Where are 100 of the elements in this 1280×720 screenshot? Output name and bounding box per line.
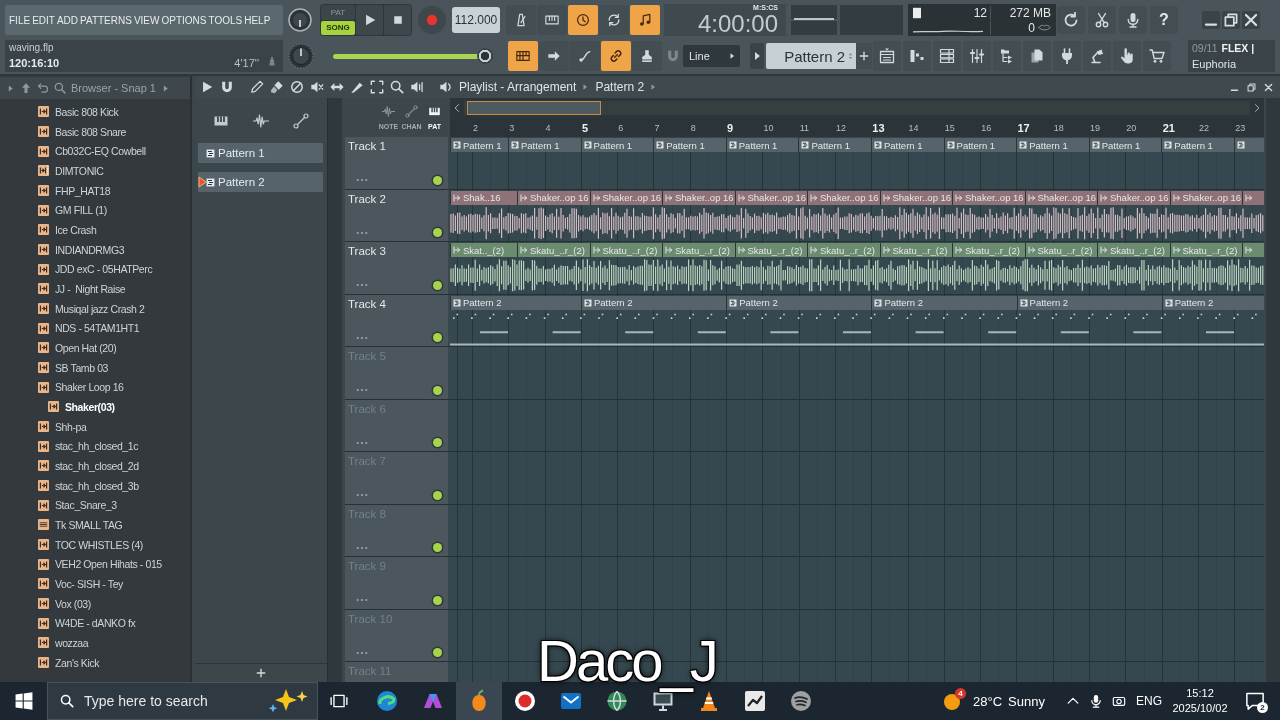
toolbar-button[interactable] [1088, 6, 1116, 34]
slider-handle[interactable] [477, 48, 493, 64]
select-icon[interactable] [370, 80, 384, 94]
camera-icon[interactable] [1112, 694, 1126, 708]
search-icon[interactable] [54, 82, 66, 94]
track-toggle[interactable] [433, 228, 442, 237]
browser-item[interactable]: Tk SMALL TAG [0, 515, 190, 535]
toolbar-button[interactable] [873, 41, 901, 71]
speaker-bars-icon[interactable] [410, 80, 424, 94]
pattern-item[interactable]: Pattern 2 [198, 172, 323, 192]
playlist-clip[interactable]: Pattern 1 [1161, 138, 1234, 152]
browser-item[interactable]: Shh-pa [0, 416, 190, 437]
add-pattern-button[interactable] [856, 43, 872, 69]
toolbar-button[interactable] [1113, 41, 1141, 71]
caret-right-icon[interactable] [161, 83, 170, 93]
playlist-clip[interactable]: Skatu_..r_(2) [952, 243, 1025, 257]
pencil-icon[interactable] [250, 80, 264, 94]
browser-item[interactable]: DIMTONIC [0, 161, 190, 181]
maximize-icon[interactable] [1222, 11, 1240, 29]
undo-icon[interactable] [37, 82, 49, 94]
browser-item[interactable]: TOC WHISTLES (4) [0, 534, 190, 555]
dots-icon[interactable] [356, 440, 368, 445]
playlist-clip[interactable]: Pattern 1 [870, 138, 944, 152]
playlist-clip[interactable]: Skatu_..r_(2) [662, 243, 735, 257]
news-title[interactable]: FLEX | [1221, 42, 1255, 54]
sun-icon[interactable] [942, 691, 963, 711]
browser-item[interactable]: Open Hat (20) [0, 338, 190, 358]
knob[interactable] [288, 8, 312, 32]
dots-icon[interactable] [356, 545, 368, 550]
clock-date[interactable]: 2025/10/02 [1172, 701, 1228, 716]
playlist-clip[interactable]: Shaker..op 16 [1169, 190, 1242, 205]
zoom-icon[interactable] [390, 80, 404, 94]
temperature[interactable]: 28°C [973, 693, 1003, 709]
play-icon[interactable] [200, 80, 214, 94]
browser-item[interactable]: FHP_HAT18 [0, 180, 190, 201]
playlist-clip[interactable]: Shaker..op 16 [1097, 190, 1170, 205]
toolbar-button[interactable] [630, 5, 660, 35]
playlist-clip[interactable]: Pattern 2 [726, 295, 872, 310]
menu-item[interactable]: VIEW [133, 14, 160, 26]
toolbar-button[interactable] [599, 5, 629, 35]
toolbar-button[interactable] [570, 41, 600, 71]
menu-item[interactable]: OPTIONS [161, 14, 207, 26]
playlist-clip[interactable]: Shak..16 [450, 190, 517, 205]
toolbar-button[interactable] [1057, 6, 1085, 34]
track-name[interactable]: Track 2 [348, 192, 442, 205]
browser-item[interactable]: W4DE - dANKO fx [0, 613, 190, 634]
minimize-icon[interactable] [1202, 11, 1220, 29]
playlist-clip[interactable]: Skat.._(2) [450, 243, 517, 257]
browser-item[interactable]: GM FILL (1) [0, 200, 190, 221]
mode-toggle[interactable]: PAT [321, 5, 355, 20]
browser-item[interactable]: Basic 808 Snare [0, 121, 190, 142]
pattern-item[interactable]: Pattern 1 [198, 143, 323, 163]
play-button[interactable] [356, 5, 383, 35]
playlist-clip[interactable] [1242, 190, 1264, 205]
automation-icon[interactable] [293, 112, 309, 129]
menu-item[interactable]: HELP [244, 14, 271, 26]
knob[interactable] [288, 43, 314, 69]
browser-item[interactable]: JDD exC - 05HATPerc [0, 259, 190, 280]
dots-icon[interactable] [356, 650, 368, 655]
weather-condition[interactable]: Sunny [1008, 693, 1045, 709]
playlist-clip[interactable]: Pattern 1 [450, 138, 508, 152]
wave-icon[interactable] [253, 112, 269, 129]
menu-item[interactable]: TOOLS [208, 14, 243, 26]
close-icon[interactable] [1242, 11, 1260, 29]
close-icon[interactable] [1263, 81, 1274, 93]
speaker-icon[interactable] [439, 80, 453, 94]
browser-item[interactable]: JJ - Night Raise [0, 279, 190, 299]
magnet-icon[interactable] [220, 80, 234, 94]
toolbar-button[interactable] [1083, 41, 1111, 71]
plus-icon[interactable] [256, 668, 266, 678]
playlist-clip[interactable]: Skatu_..r_(2) [734, 243, 807, 257]
toolbar-button[interactable] [632, 41, 662, 71]
caret-right-icon[interactable] [750, 43, 764, 69]
playlist-clip[interactable]: Skatu_..r_(2) [589, 243, 662, 257]
playlist-clip[interactable]: Skatu_..r_(2) [879, 243, 952, 257]
playlist-clip[interactable]: Shaker..op 16 [807, 190, 880, 205]
toolbar-button[interactable] [1143, 41, 1171, 71]
breadcrumb-pattern[interactable]: Pattern 2 [595, 80, 645, 94]
track-toggle[interactable] [433, 595, 442, 605]
browser-item[interactable]: Musiqal jazz Crash 2 [0, 298, 190, 319]
browser-item[interactable]: Vox (03) [0, 593, 190, 614]
dots-icon[interactable] [356, 388, 368, 392]
browser-item[interactable]: Basic 808 Kick [0, 102, 190, 122]
playlist-clip[interactable]: Shaker..op 16 [517, 190, 590, 205]
playlist-clip[interactable]: Pattern 1 [725, 138, 799, 152]
news-subtitle[interactable]: Euphoria [1192, 58, 1271, 70]
track-toggle[interactable] [433, 333, 442, 342]
playlist-clip[interactable]: Shaker..op 16 [879, 190, 952, 205]
toolbar-button[interactable] [963, 41, 991, 71]
track-toggle[interactable] [433, 280, 442, 290]
browser-item[interactable]: stac_hh_closed_2d [0, 456, 190, 476]
playlist-clip[interactable]: Pattern 1 [1088, 138, 1162, 152]
toolbar-button[interactable] [506, 5, 536, 35]
stop-button[interactable] [384, 5, 411, 35]
toolbar-button[interactable] [568, 5, 598, 35]
browser-item[interactable]: INDIANDRMG3 [0, 239, 190, 260]
overview-scrollbar[interactable] [464, 101, 1250, 115]
playlist-clip[interactable]: Pattern 1 [508, 138, 581, 152]
up-arrow-icon[interactable] [20, 82, 32, 94]
toolbar-button[interactable] [1053, 41, 1081, 71]
